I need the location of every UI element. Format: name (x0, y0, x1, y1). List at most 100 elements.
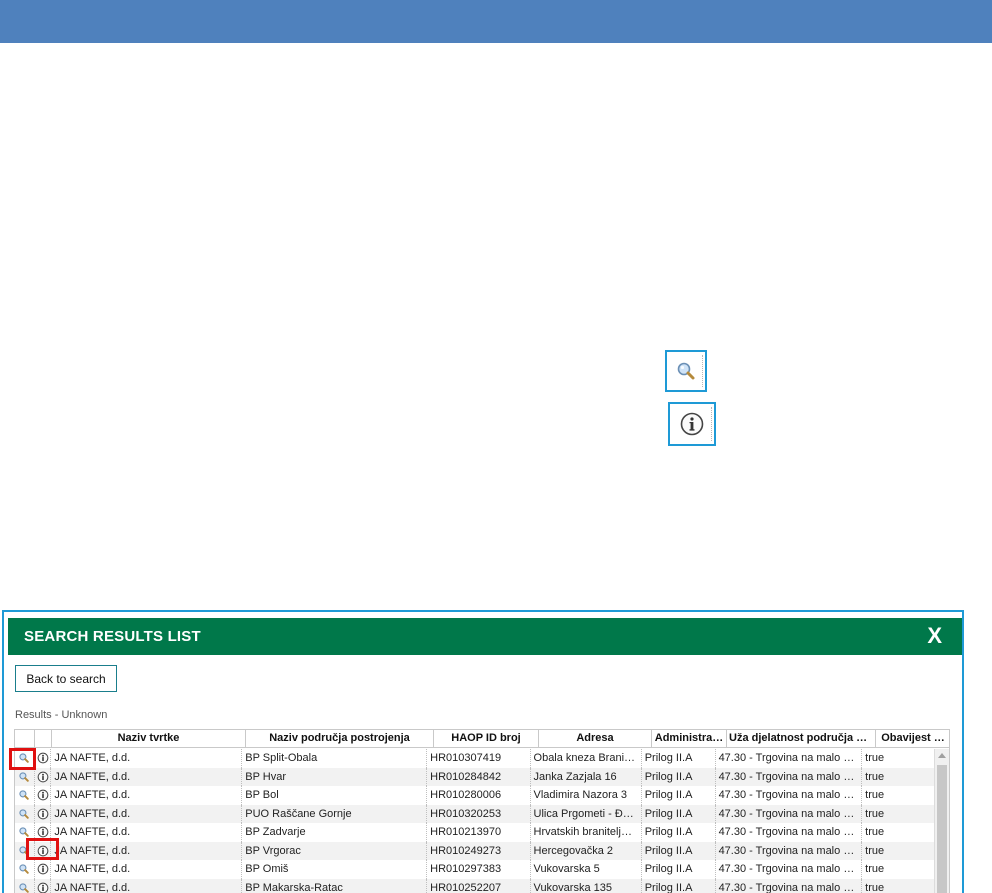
cell-adresa: Hrvatskih branitelja … (531, 823, 642, 842)
cell-uza-djelatnost: 47.30 - Trgovina na malo mo… (716, 749, 863, 768)
cell-naziv-tvrtke: JA NAFTE, d.d. (51, 749, 243, 768)
header-action-magnify (15, 730, 35, 748)
top-banner (0, 0, 992, 43)
row-info-icon[interactable] (35, 786, 52, 805)
header-obavijest[interactable]: Obavijest … (876, 730, 949, 748)
magnifier-icon (677, 362, 695, 380)
header-uza-djelatnost[interactable]: Uža djelatnost područja p… (727, 730, 876, 748)
cell-naziv-tvrtke: JA NAFTE, d.d. (51, 878, 243, 893)
panel-header: SEARCH RESULTS LIST X (8, 618, 962, 655)
cell-obavijest: true (862, 823, 936, 842)
cell-administra: Prilog II.A (642, 749, 716, 768)
cell-uza-djelatnost: 47.30 - Trgovina na malo mo… (716, 878, 863, 893)
table-row[interactable]: JA NAFTE, d.d. BP Split-Obala HR010307419 O… (15, 749, 936, 768)
table-row[interactable]: JA NAFTE, d.d. BP Zadvarje HR010213970 Hrva… (15, 823, 936, 842)
cell-adresa: Ulica Prgometi - Đer… (531, 804, 642, 823)
results-table: Naziv tvrtke Naziv područja postrojenja … (14, 729, 950, 893)
table-row[interactable]: JA NAFTE, d.d. BP Vrgorac HR010249273 Herce… (15, 841, 936, 860)
cell-adresa: Vukovarska 5 (531, 860, 642, 879)
row-magnifier-icon[interactable] (15, 786, 35, 805)
row-magnifier-icon[interactable] (15, 823, 35, 842)
cell-haop-id: HR010213970 (427, 823, 531, 842)
cell-obavijest: true (862, 804, 936, 823)
back-to-search-button[interactable]: Back to search (15, 665, 117, 692)
cell-administra: Prilog II.A (642, 786, 716, 805)
header-naziv-podrucja[interactable]: Naziv područja postrojenja (246, 730, 434, 748)
cell-haop-id: HR010280006 (427, 786, 531, 805)
cell-naziv-podrucja: PUO Raščane Gornje (242, 804, 428, 823)
cell-naziv-podrucja: BP Vrgorac (242, 841, 428, 860)
cell-uza-djelatnost: 47.30 - Trgovina na malo mo… (716, 823, 863, 842)
row-magnifier-icon[interactable] (15, 804, 35, 823)
cell-uza-djelatnost: 47.30 - Trgovina na malo mo… (716, 860, 863, 879)
cell-obavijest: true (862, 786, 936, 805)
cell-obavijest: true (862, 878, 936, 893)
cell-administra: Prilog II.A (642, 767, 716, 786)
cell-haop-id: HR010297383 (427, 860, 531, 879)
cell-administra: Prilog II.A (642, 878, 716, 893)
magnifier-icon-sample (665, 350, 707, 392)
cell-obavijest: true (862, 767, 936, 786)
cell-naziv-podrucja: BP Split-Obala (242, 749, 428, 768)
cell-naziv-tvrtke: JA NAFTE, d.d. (51, 823, 243, 842)
scroll-thumb[interactable] (937, 765, 947, 893)
cell-obavijest: true (862, 749, 936, 768)
cell-adresa: Obala kneza Branimi… (531, 749, 642, 768)
table-body: JA NAFTE, d.d. BP Split-Obala HR010307419 O… (15, 749, 936, 893)
cell-uza-djelatnost: 47.30 - Trgovina na malo mo… (716, 767, 863, 786)
close-button[interactable]: X (927, 623, 942, 649)
cell-haop-id: HR010252207 (427, 878, 531, 893)
cell-haop-id: HR010320253 (427, 804, 531, 823)
cell-administra: Prilog II.A (642, 823, 716, 842)
row-info-icon[interactable] (35, 823, 52, 842)
header-action-info (35, 730, 52, 748)
row-magnifier-icon[interactable] (15, 749, 35, 768)
table-row[interactable]: JA NAFTE, d.d. PUO Raščane Gornje HR010320… (15, 804, 936, 823)
row-magnifier-icon[interactable] (15, 878, 35, 893)
cell-adresa: Janka Zazjala 16 (531, 767, 642, 786)
cell-naziv-tvrtke: JA NAFTE, d.d. (51, 786, 243, 805)
table-row[interactable]: JA NAFTE, d.d. BP Omiš HR010297383 Vukovars… (15, 860, 936, 879)
header-adresa[interactable]: Adresa (539, 730, 652, 748)
row-info-icon[interactable] (35, 804, 52, 823)
table-row[interactable]: JA NAFTE, d.d. BP Makarska-Ratac HR0102522… (15, 878, 936, 893)
cell-naziv-podrucja: BP Zadvarje (242, 823, 428, 842)
cell-naziv-tvrtke: JA NAFTE, d.d. (51, 804, 243, 823)
row-magnifier-icon[interactable] (15, 841, 35, 860)
table-row[interactable]: JA NAFTE, d.d. BP Hvar HR010284842 Janka Za… (15, 767, 936, 786)
row-info-icon[interactable] (35, 878, 52, 893)
info-icon (680, 412, 704, 436)
cell-uza-djelatnost: 47.30 - Trgovina na malo mo… (716, 841, 863, 860)
row-info-icon[interactable] (35, 841, 52, 860)
cell-administra: Prilog II.A (642, 804, 716, 823)
cell-adresa: Vukovarska 135 (531, 878, 642, 893)
cell-haop-id: HR010307419 (427, 749, 531, 768)
scroll-up-arrow-icon[interactable] (938, 753, 946, 758)
header-naziv-tvrtke[interactable]: Naziv tvrtke (52, 730, 246, 748)
row-info-icon[interactable] (35, 749, 52, 768)
cell-obavijest: true (862, 841, 936, 860)
cell-haop-id: HR010284842 (427, 767, 531, 786)
cell-uza-djelatnost: 47.30 - Trgovina na malo mo… (716, 804, 863, 823)
search-results-panel: SEARCH RESULTS LIST X Back to search Res… (2, 610, 964, 893)
cell-naziv-tvrtke: JA NAFTE, d.d. (51, 860, 243, 879)
header-haop-id[interactable]: HAOP ID broj (434, 730, 539, 748)
info-icon-sample (668, 402, 716, 446)
cell-administra: Prilog II.A (642, 841, 716, 860)
cell-naziv-podrucja: BP Omiš (242, 860, 428, 879)
cell-naziv-tvrtke: JA NAFTE, d.d. (51, 767, 243, 786)
header-administra[interactable]: Administra… (652, 730, 727, 748)
table-row[interactable]: JA NAFTE, d.d. BP Bol HR010280006 Vladimira… (15, 786, 936, 805)
row-info-icon[interactable] (35, 860, 52, 879)
cell-haop-id: HR010249273 (427, 841, 531, 860)
panel-title: SEARCH RESULTS LIST (24, 628, 201, 645)
cell-administra: Prilog II.A (642, 860, 716, 879)
row-info-icon[interactable] (35, 767, 52, 786)
table-header: Naziv tvrtke Naziv područja postrojenja … (15, 730, 949, 748)
row-magnifier-icon[interactable] (15, 767, 35, 786)
table-scrollbar[interactable] (934, 749, 949, 893)
cell-obavijest: true (862, 860, 936, 879)
cell-naziv-tvrtke: JA NAFTE, d.d. (51, 841, 243, 860)
cell-adresa: Hercegovačka 2 (531, 841, 642, 860)
row-magnifier-icon[interactable] (15, 860, 35, 879)
